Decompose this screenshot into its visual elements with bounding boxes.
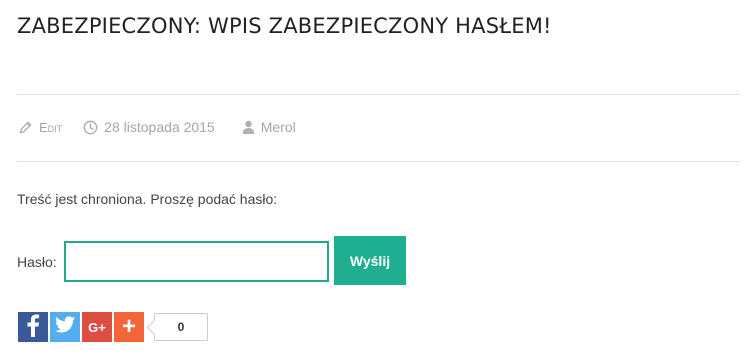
user-icon bbox=[242, 120, 255, 134]
post-date: 28 listopada 2015 bbox=[104, 119, 215, 135]
share-bar: G+ + 0 bbox=[18, 312, 208, 342]
google-plus-icon: G+ bbox=[88, 319, 106, 335]
google-plus-share-button[interactable]: G+ bbox=[82, 312, 112, 342]
submit-button[interactable]: Wyślij bbox=[334, 236, 406, 285]
pencil-icon bbox=[18, 120, 33, 135]
clock-icon bbox=[83, 120, 98, 135]
share-count-value: 0 bbox=[177, 320, 185, 334]
divider-bottom bbox=[17, 161, 740, 162]
password-input[interactable] bbox=[64, 241, 329, 282]
edit-item[interactable]: Edit bbox=[18, 120, 62, 135]
plus-icon: + bbox=[121, 313, 136, 340]
edit-link[interactable]: Edit bbox=[39, 120, 62, 135]
author-link[interactable]: Merol bbox=[261, 119, 296, 135]
page-title: ZABEZPIECZONY: WPIS ZABEZPIECZONY HASŁEM… bbox=[17, 14, 552, 38]
facebook-share-button[interactable] bbox=[18, 312, 48, 342]
facebook-icon bbox=[26, 313, 40, 342]
date-item: 28 listopada 2015 bbox=[83, 119, 215, 135]
divider-top bbox=[17, 94, 740, 95]
password-label: Hasło: bbox=[17, 254, 57, 270]
twitter-bird-icon bbox=[55, 316, 75, 338]
share-count: 0 bbox=[154, 313, 208, 341]
twitter-share-button[interactable] bbox=[50, 312, 80, 342]
post-meta: Edit 28 listopada 2015 Merol bbox=[18, 118, 296, 136]
protected-notice: Treść jest chroniona. Proszę podać hasło… bbox=[17, 191, 278, 207]
author-item[interactable]: Merol bbox=[242, 119, 296, 135]
more-share-button[interactable]: + bbox=[114, 312, 144, 342]
